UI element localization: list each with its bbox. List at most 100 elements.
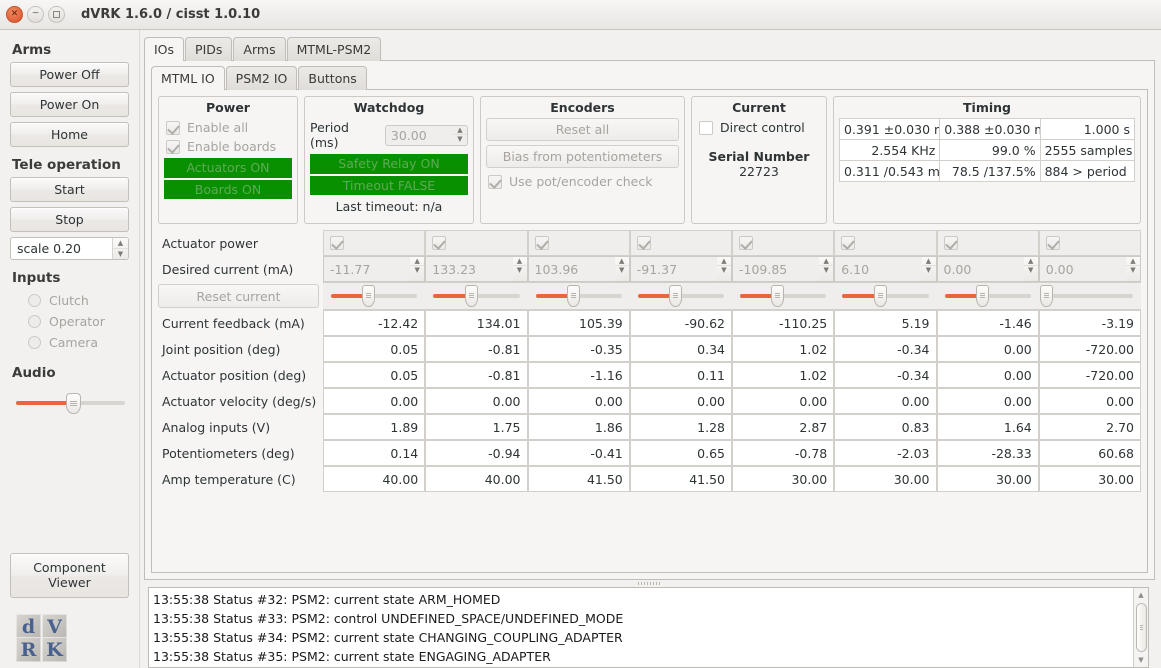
current-slider-1[interactable] [323, 282, 426, 310]
spinner-up-icon[interactable]: ▲ [410, 257, 425, 266]
actuator-power-checkbox-3[interactable] [527, 230, 630, 256]
desired-current-spinner-6[interactable]: 6.10 ▲ ▼ [834, 256, 937, 282]
checkbox-icon[interactable] [739, 236, 753, 250]
spinner-arrows[interactable]: ▲ ▼ [1023, 257, 1038, 281]
spinner-down-icon[interactable]: ▼ [410, 266, 424, 274]
tab-ios[interactable]: IOs [144, 37, 185, 62]
actuator-power-checkbox-7[interactable] [936, 230, 1039, 256]
enable-all-checkbox[interactable] [166, 120, 180, 135]
home-button[interactable]: Home [10, 122, 129, 147]
spinner-down-icon[interactable]: ▼ [922, 266, 936, 274]
actuator-power-checkbox-6[interactable] [834, 230, 937, 256]
spinner-down-icon[interactable]: ▼ [1024, 266, 1038, 274]
teleop-scale-spinner[interactable]: scale 0.20 ▲ ▼ [10, 237, 129, 260]
watchdog-period-spinner[interactable]: 30.00 ▲ ▼ [384, 124, 468, 146]
spinner-arrows[interactable]: ▲ ▼ [512, 257, 527, 281]
power-off-button[interactable]: Power Off [10, 62, 129, 87]
desired-current-spinner-4[interactable]: -91.37 ▲ ▼ [629, 256, 732, 282]
spinner-down-icon[interactable]: ▼ [113, 249, 128, 259]
spinner-down-icon[interactable]: ▼ [615, 266, 629, 274]
spinner-arrows[interactable]: ▲ ▼ [614, 257, 629, 281]
current-slider-4[interactable] [629, 282, 732, 310]
teleop-scale-arrows[interactable]: ▲ ▼ [112, 238, 128, 259]
power-on-button[interactable]: Power On [10, 92, 129, 117]
checkbox-icon[interactable] [534, 236, 549, 250]
spinner-arrows[interactable]: ▲ ▼ [410, 257, 425, 281]
tab-arms[interactable]: Arms [233, 37, 286, 61]
direct-control-checkbox[interactable] [699, 120, 713, 135]
tab-mtml-io[interactable]: MTML IO [151, 66, 225, 91]
current-slider-6[interactable] [834, 282, 937, 310]
window-close-button[interactable]: × [6, 6, 23, 23]
spinner-up-icon[interactable]: ▲ [1023, 257, 1038, 266]
current-slider-2[interactable] [425, 282, 528, 310]
spinner-up-icon[interactable]: ▲ [614, 257, 629, 266]
actuator-power-checkbox-1[interactable] [323, 230, 426, 256]
scroll-up-icon[interactable]: ▲ [1138, 589, 1143, 601]
checkbox-icon[interactable] [330, 236, 344, 250]
actuator-power-checkbox-4[interactable] [629, 230, 732, 256]
spinner-up-icon[interactable]: ▲ [113, 238, 128, 249]
use-pot-encoder-check-row[interactable]: Use pot/encoder check [486, 172, 679, 191]
current-slider-3[interactable] [527, 282, 630, 310]
audio-slider-handle[interactable] [66, 393, 81, 414]
spinner-down-icon[interactable]: ▼ [513, 266, 527, 274]
spinner-up-icon[interactable]: ▲ [819, 257, 834, 266]
slider-handle[interactable] [362, 285, 376, 307]
tab-psm2-io[interactable]: PSM2 IO [225, 66, 298, 90]
spinner-down-icon[interactable]: ▼ [453, 135, 467, 143]
desired-current-spinner-7[interactable]: 0.00 ▲ ▼ [936, 256, 1039, 282]
spinner-arrows[interactable]: ▲ ▼ [921, 257, 936, 281]
spinner-down-icon[interactable]: ▼ [1126, 266, 1140, 274]
slider-handle[interactable] [873, 285, 887, 307]
desired-current-spinner-3[interactable]: 103.96 ▲ ▼ [527, 256, 630, 282]
reset-current-button[interactable]: Reset current [158, 284, 319, 308]
spinner-arrows[interactable]: ▲ ▼ [819, 257, 834, 281]
checkbox-icon[interactable] [943, 236, 958, 250]
spinner-up-icon[interactable]: ▲ [717, 257, 731, 266]
actuator-power-checkbox-5[interactable] [732, 230, 835, 256]
desired-current-spinner-1[interactable]: -11.77 ▲ ▼ [323, 256, 426, 282]
desired-current-spinner-5[interactable]: -109.85 ▲ ▼ [732, 256, 835, 282]
tab-mtml-psm2[interactable]: MTML-PSM2 [286, 37, 382, 61]
spinner-arrows[interactable]: ▲ ▼ [1126, 257, 1140, 281]
spinner-down-icon[interactable]: ▼ [819, 266, 833, 274]
scroll-down-icon[interactable]: ▼ [1138, 654, 1143, 666]
slider-handle[interactable] [669, 285, 683, 307]
current-slider-7[interactable] [936, 282, 1039, 310]
scrollbar-thumb[interactable] [1135, 603, 1147, 652]
window-maximize-button[interactable] [48, 6, 65, 23]
slider-handle[interactable] [566, 285, 580, 307]
audio-volume-slider[interactable] [0, 385, 139, 414]
spinner-up-icon[interactable]: ▲ [512, 257, 527, 266]
checkbox-icon[interactable] [432, 236, 447, 250]
window-minimize-button[interactable]: − [27, 6, 44, 23]
checkbox-icon[interactable] [1045, 236, 1060, 250]
tab-buttons[interactable]: Buttons [298, 66, 367, 90]
reset-all-encoders-button[interactable]: Reset all [486, 118, 679, 141]
spinner-up-icon[interactable]: ▲ [453, 126, 467, 135]
spinner-up-icon[interactable]: ▲ [1126, 257, 1140, 266]
enable-all-row[interactable]: Enable all [164, 118, 292, 137]
slider-handle[interactable] [975, 285, 989, 307]
actuator-power-checkbox-8[interactable] [1038, 230, 1141, 256]
spinner-up-icon[interactable]: ▲ [921, 257, 936, 266]
tab-pids[interactable]: PIDs [185, 37, 233, 61]
desired-current-spinner-2[interactable]: 133.23 ▲ ▼ [425, 256, 528, 282]
watchdog-period-arrows[interactable]: ▲ ▼ [453, 126, 467, 145]
direct-control-row[interactable]: Direct control [697, 118, 821, 137]
component-viewer-button[interactable]: Component Viewer [10, 552, 129, 598]
bias-from-potentiometers-button[interactable]: Bias from potentiometers [486, 145, 679, 168]
desired-current-spinner-8[interactable]: 0.00 ▲ ▼ [1038, 256, 1141, 282]
teleop-stop-button[interactable]: Stop [10, 207, 129, 232]
teleop-start-button[interactable]: Start [10, 177, 129, 202]
enable-boards-row[interactable]: Enable boards [164, 137, 292, 156]
status-log-scrollbar[interactable]: ▲ ▼ [1133, 588, 1148, 667]
spinner-arrows[interactable]: ▲ ▼ [717, 257, 731, 281]
slider-handle[interactable] [771, 285, 785, 307]
enable-boards-checkbox[interactable] [166, 139, 180, 154]
splitter-handle[interactable] [148, 580, 1149, 587]
current-slider-5[interactable] [732, 282, 835, 310]
actuator-power-checkbox-2[interactable] [425, 230, 528, 256]
current-slider-8[interactable] [1038, 282, 1141, 310]
